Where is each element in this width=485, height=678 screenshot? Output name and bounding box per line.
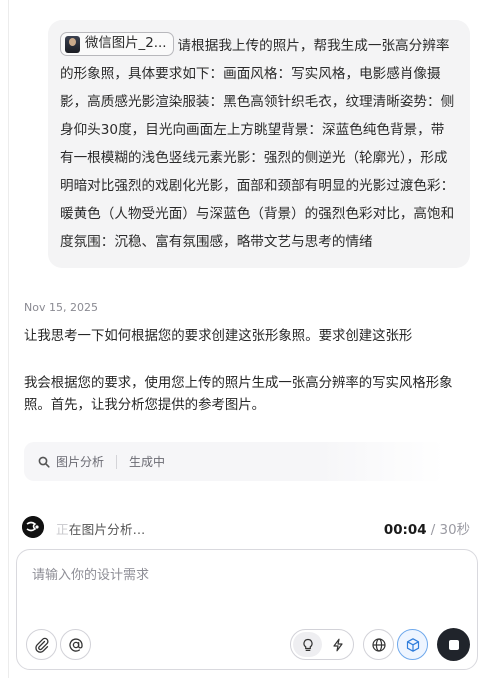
step-divider [116, 454, 118, 469]
mention-button[interactable] [60, 629, 91, 660]
tool-step-image-analysis: 图片分析 [56, 455, 105, 469]
assistant-logo-icon [22, 516, 44, 538]
composer [16, 549, 478, 670]
attachment-name: 微信图片_2... [85, 36, 167, 51]
3d-mode-button[interactable] [397, 629, 428, 660]
design-request-input[interactable] [32, 564, 452, 586]
status-text-main: 在图片分析... [68, 522, 146, 537]
assistant-paragraph: 我会根据您的要求，使用您上传的照片生成一张高分辨率的写实风格形象照。首先，让我分… [24, 376, 453, 413]
user-message-bubble: 微信图片_2... 请根据我上传的照片，帮我生成一张高分辨率的形象照，具体要求如… [48, 20, 470, 268]
attachment-chip[interactable]: 微信图片_2... [60, 32, 174, 56]
tool-steps-bar[interactable]: 图片分析 生成中 [24, 442, 445, 481]
lightbulb-icon [302, 638, 313, 651]
idea-mode-button[interactable] [293, 632, 322, 657]
cube-icon [406, 637, 419, 652]
message-date: Nov 15, 2025 [24, 301, 98, 314]
status-text: 正在图片分析... [56, 519, 145, 538]
elapsed-timer: 00:04 / 30秒 [384, 518, 470, 538]
sidebar-divider [8, 0, 9, 678]
lightning-icon [332, 638, 343, 651]
timer-elapsed: 00:04 [383, 523, 427, 538]
status-text-fade: 正 [56, 522, 69, 537]
mode-toggle [290, 629, 354, 660]
search-icon [38, 456, 50, 468]
web-search-button[interactable] [363, 629, 394, 660]
image-thumbnail-icon [65, 35, 80, 53]
globe-icon [371, 637, 386, 652]
paperclip-icon [34, 637, 49, 653]
tool-step-generating: 生成中 [129, 455, 166, 469]
at-sign-icon [68, 637, 83, 652]
user-message-text: 请根据我上传的照片，帮我生成一张高分辨率的形象照，具体要求如下：画面风格：写实风… [60, 38, 455, 250]
assistant-paragraph: 让我思考一下如何根据您的要求创建这张形象照。要求创建这张形 [24, 329, 413, 344]
timer-total: / 30秒 [426, 523, 470, 538]
attach-button[interactable] [26, 629, 57, 660]
chat-page: 微信图片_2... 请根据我上传的照片，帮我生成一张高分辨率的形象照，具体要求如… [0, 0, 485, 678]
assistant-avatar [22, 516, 44, 538]
fast-mode-button[interactable] [323, 632, 352, 657]
stop-button[interactable] [437, 628, 470, 661]
status-row: 正在图片分析... 00:04 / 30秒 [22, 516, 472, 538]
stop-icon [448, 639, 459, 650]
